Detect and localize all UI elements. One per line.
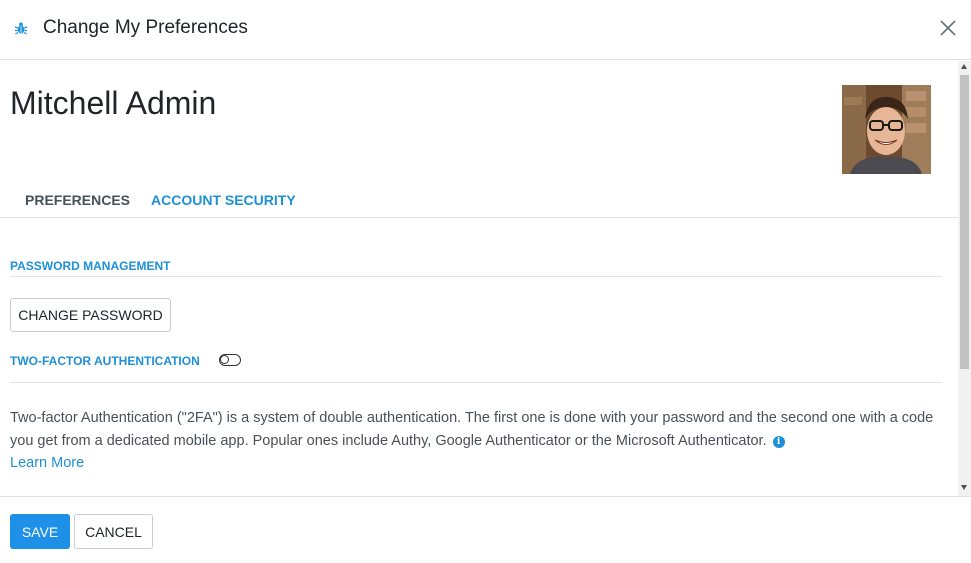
toggle-knob xyxy=(220,355,229,364)
tab-account-security[interactable]: ACCOUNT SECURITY xyxy=(151,192,296,208)
cancel-button[interactable]: CANCEL xyxy=(74,514,153,549)
two-factor-toggle[interactable] xyxy=(219,354,241,366)
divider xyxy=(10,276,942,277)
scroll-down-arrow-icon[interactable] xyxy=(961,485,967,490)
dialog-footer: SAVE CANCEL xyxy=(0,496,971,563)
save-button[interactable]: SAVE xyxy=(10,514,70,549)
tab-bar: PREFERENCES ACCOUNT SECURITY xyxy=(0,187,958,218)
avatar[interactable] xyxy=(842,85,931,174)
bug-icon xyxy=(14,22,28,35)
learn-more-link[interactable]: Learn More xyxy=(10,455,84,471)
password-management-title: PASSWORD MANAGEMENT xyxy=(10,259,171,273)
dialog-title: Change My Preferences xyxy=(43,17,248,38)
close-icon[interactable] xyxy=(937,17,959,39)
two-factor-title: TWO-FACTOR AUTHENTICATION xyxy=(10,354,200,368)
change-password-button[interactable]: CHANGE PASSWORD xyxy=(10,298,171,332)
info-icon[interactable]: i xyxy=(772,435,785,448)
user-name: Mitchell Admin xyxy=(10,85,217,121)
scrollbar[interactable] xyxy=(958,61,971,496)
scroll-thumb[interactable] xyxy=(960,75,969,369)
scroll-up-arrow-icon[interactable] xyxy=(961,64,967,69)
two-factor-description: Two-factor Authentication ("2FA") is a s… xyxy=(10,407,945,475)
divider xyxy=(10,382,942,383)
dialog-body: Mitchell Admin PREFERENCES ACCOUNT SECUR… xyxy=(0,61,958,496)
description-text: Two-factor Authentication ("2FA") is a s… xyxy=(10,410,934,449)
dialog-header: Change My Preferences xyxy=(0,0,971,60)
tab-preferences[interactable]: PREFERENCES xyxy=(25,192,130,208)
